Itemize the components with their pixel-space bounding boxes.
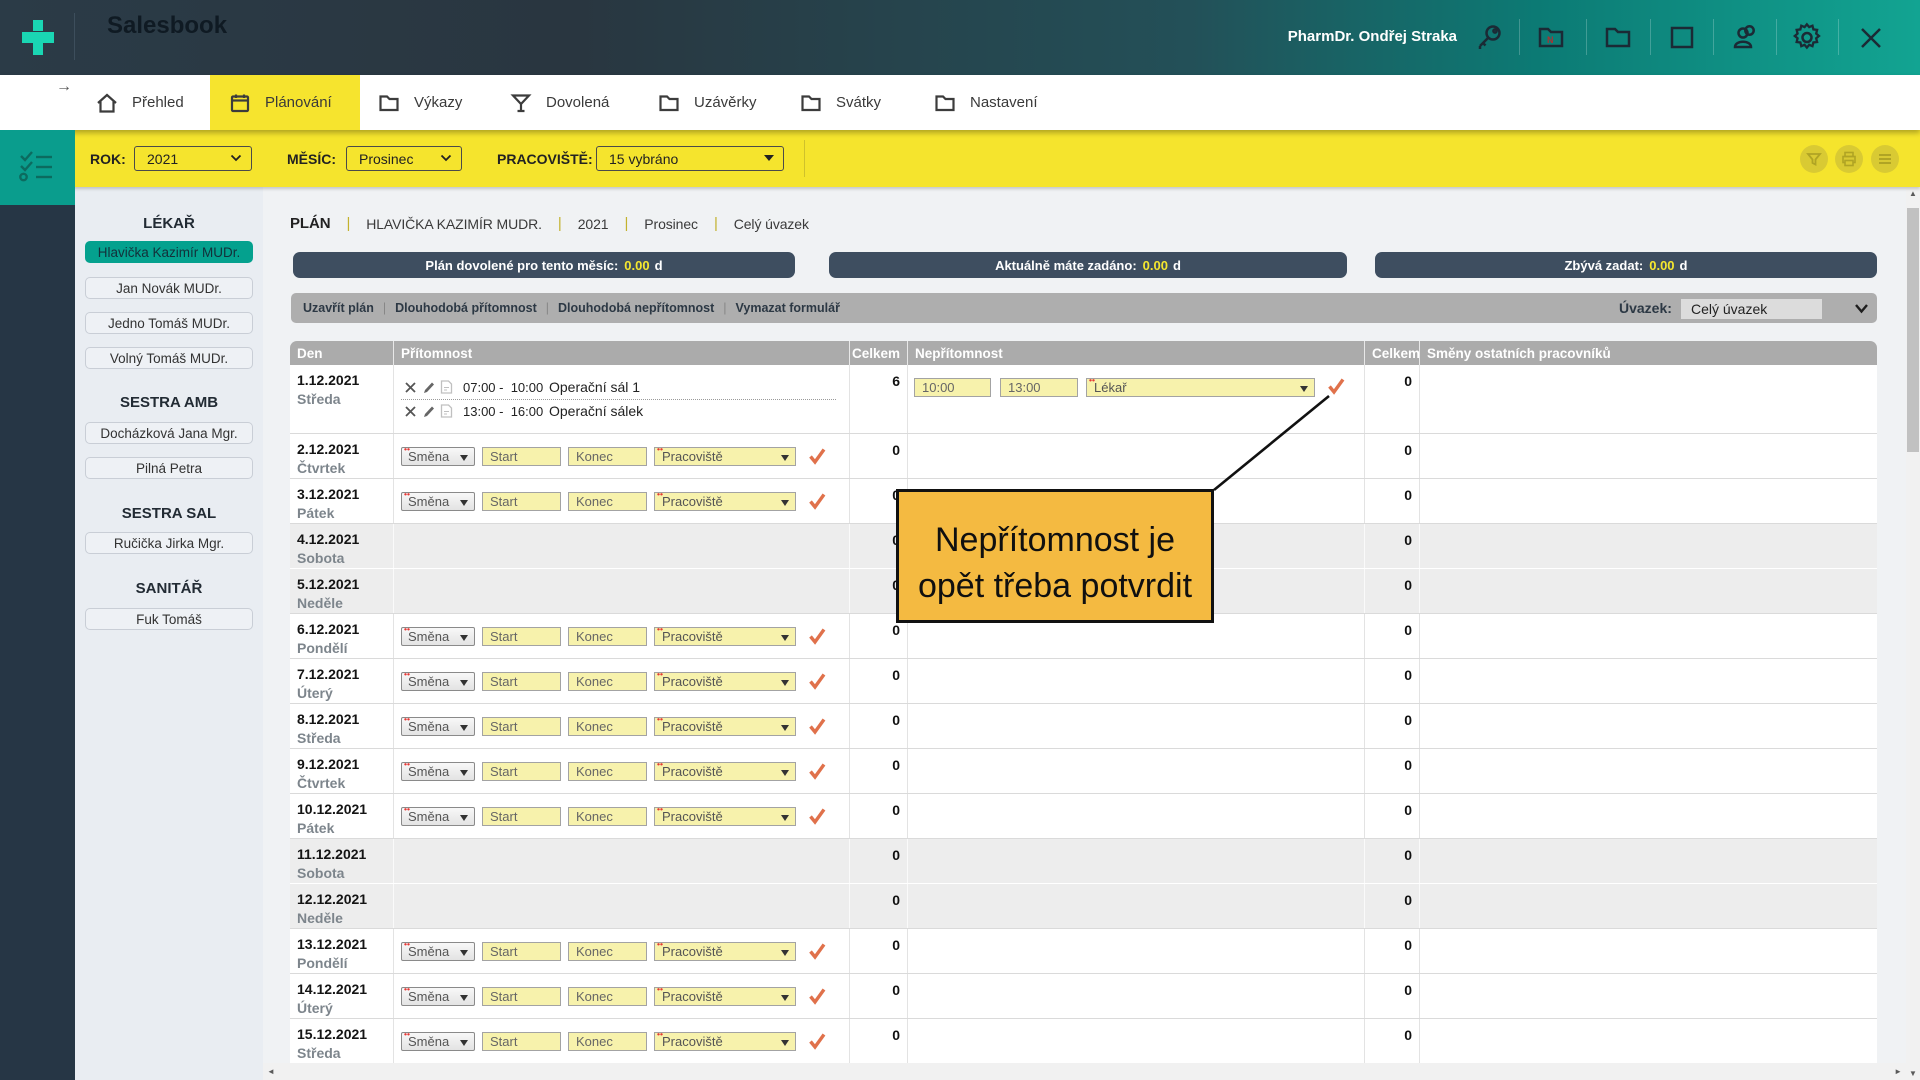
svg-text:N: N: [1547, 35, 1554, 45]
